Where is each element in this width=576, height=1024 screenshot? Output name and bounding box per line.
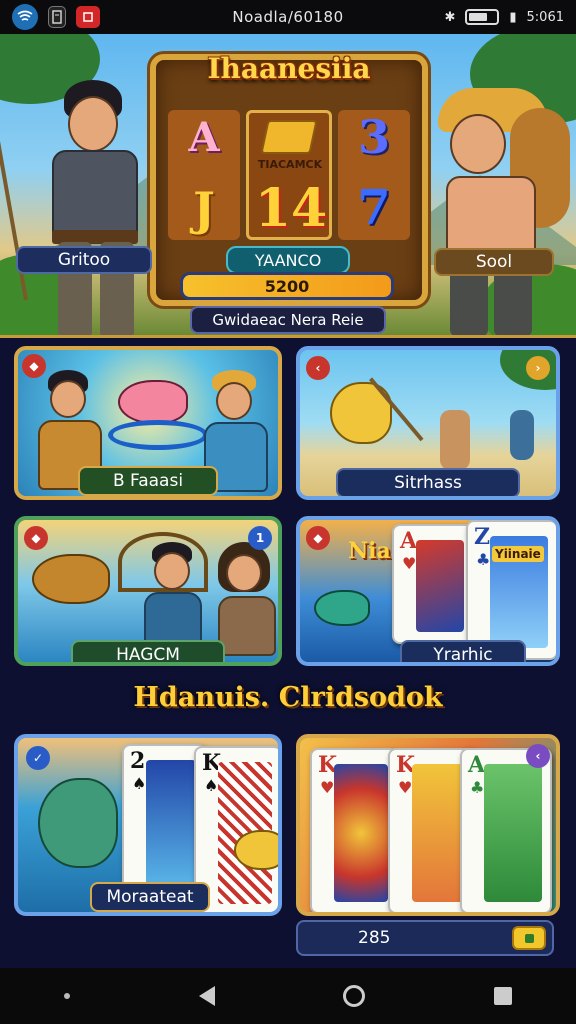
wifi-app-icon[interactable] [12, 4, 38, 30]
playing-card: A ♥ [392, 524, 474, 644]
back-icon[interactable] [198, 986, 215, 1006]
tile-label: B Faaasi [78, 466, 218, 496]
tile-badge: ✓ [26, 746, 50, 770]
gold-bar-icon [260, 120, 318, 154]
name-pill: YAANCO [226, 246, 350, 274]
slot-machine[interactable]: A TIACAMCK 3 J 14 7 YAANCO [150, 54, 428, 306]
tile-badge: ‹ [306, 356, 330, 380]
green-fish-icon [38, 778, 118, 868]
counter-value: 285 [358, 928, 391, 948]
playing-card: A ♣ [460, 748, 552, 912]
game-tile-hagcm[interactable]: ◆ 1 HAGCM [14, 516, 282, 666]
right-character-label[interactable]: Sool [434, 248, 554, 276]
reel-symbol: 7 [357, 180, 391, 236]
battery-icon [465, 9, 500, 25]
nav-dot-icon [64, 993, 71, 999]
tile-label: Sitrhass [336, 468, 520, 496]
game-tile-b-faaasi[interactable]: ◆ B Faaasi [14, 346, 282, 500]
pirate-character [420, 88, 570, 335]
coin-counter: 285 [296, 920, 554, 956]
card-sub-text: Yiinaie [492, 546, 544, 562]
game-tile-cards[interactable]: ‹ K ♥ K ♥ A ♣ [296, 734, 560, 916]
hero-banner-label[interactable]: Gwidaeac Nera Reie [190, 306, 386, 334]
playing-card: K ♥ [310, 748, 398, 912]
tile-badge: 1 [248, 526, 272, 550]
fisher-figure [510, 410, 534, 460]
section-title: Hdanuis. Clridsodok [133, 682, 443, 713]
fisher-figure [440, 410, 470, 470]
home-icon[interactable] [343, 985, 366, 1007]
hero-banner: A TIACAMCK 3 J 14 7 YAANCO Ihaanesiia 52… [0, 34, 576, 338]
left-character-label[interactable]: Gritoo [16, 246, 152, 274]
coin-add-button[interactable] [512, 926, 546, 950]
tile-badge: ◆ [24, 526, 48, 550]
game-tile-yrarhic[interactable]: ◆ Niaa A ♥ Z ♣ Yiinaie Yrarhic [296, 516, 560, 666]
recent-apps-icon[interactable] [493, 987, 512, 1005]
bass-fish-icon [32, 554, 110, 604]
reel-symbol: J [193, 182, 215, 236]
reel-symbol: 14 [254, 178, 328, 239]
tile-badge: ◆ [306, 526, 330, 550]
yellow-fish-icon [234, 830, 278, 870]
fisherman-character [0, 80, 160, 335]
tile-label: HAGCM [71, 640, 225, 662]
slot-title: Ihaanesiia [207, 52, 371, 85]
reel-symbol: TIACAMCK [257, 158, 323, 171]
status-bar: Noadla/60180 ✱ ▮ 5:061 [0, 0, 576, 34]
tile-badge: › [526, 356, 550, 380]
youtube-icon[interactable] [76, 6, 100, 28]
game-tile-moraateat[interactable]: ✓ 2 ♠ K ♠ Moraateat [14, 734, 282, 916]
signal-icon: ▮ [509, 9, 517, 25]
coin-progress-bar: 5200 [180, 272, 394, 300]
status-time: 5:061 [526, 9, 564, 25]
ring-icon [108, 420, 208, 450]
pink-fish-icon [118, 380, 188, 424]
tile-badge: ◆ [22, 354, 46, 378]
green-fish-icon [314, 590, 370, 626]
bluetooth-icon: ✱ [444, 9, 456, 25]
tile-label: Yrarhic [400, 640, 526, 662]
tile-label: Moraateat [90, 882, 210, 912]
game-tile-sitrhass[interactable]: ‹ › Sitrhass [296, 346, 560, 500]
tile-badge: ‹ [526, 744, 550, 768]
reel-symbol: 3 [357, 110, 390, 164]
notes-icon[interactable] [48, 6, 66, 28]
navigation-bar [0, 968, 576, 1024]
reel-symbol: A [188, 114, 220, 161]
playing-card: Z ♣ Yiinaie [466, 520, 556, 660]
